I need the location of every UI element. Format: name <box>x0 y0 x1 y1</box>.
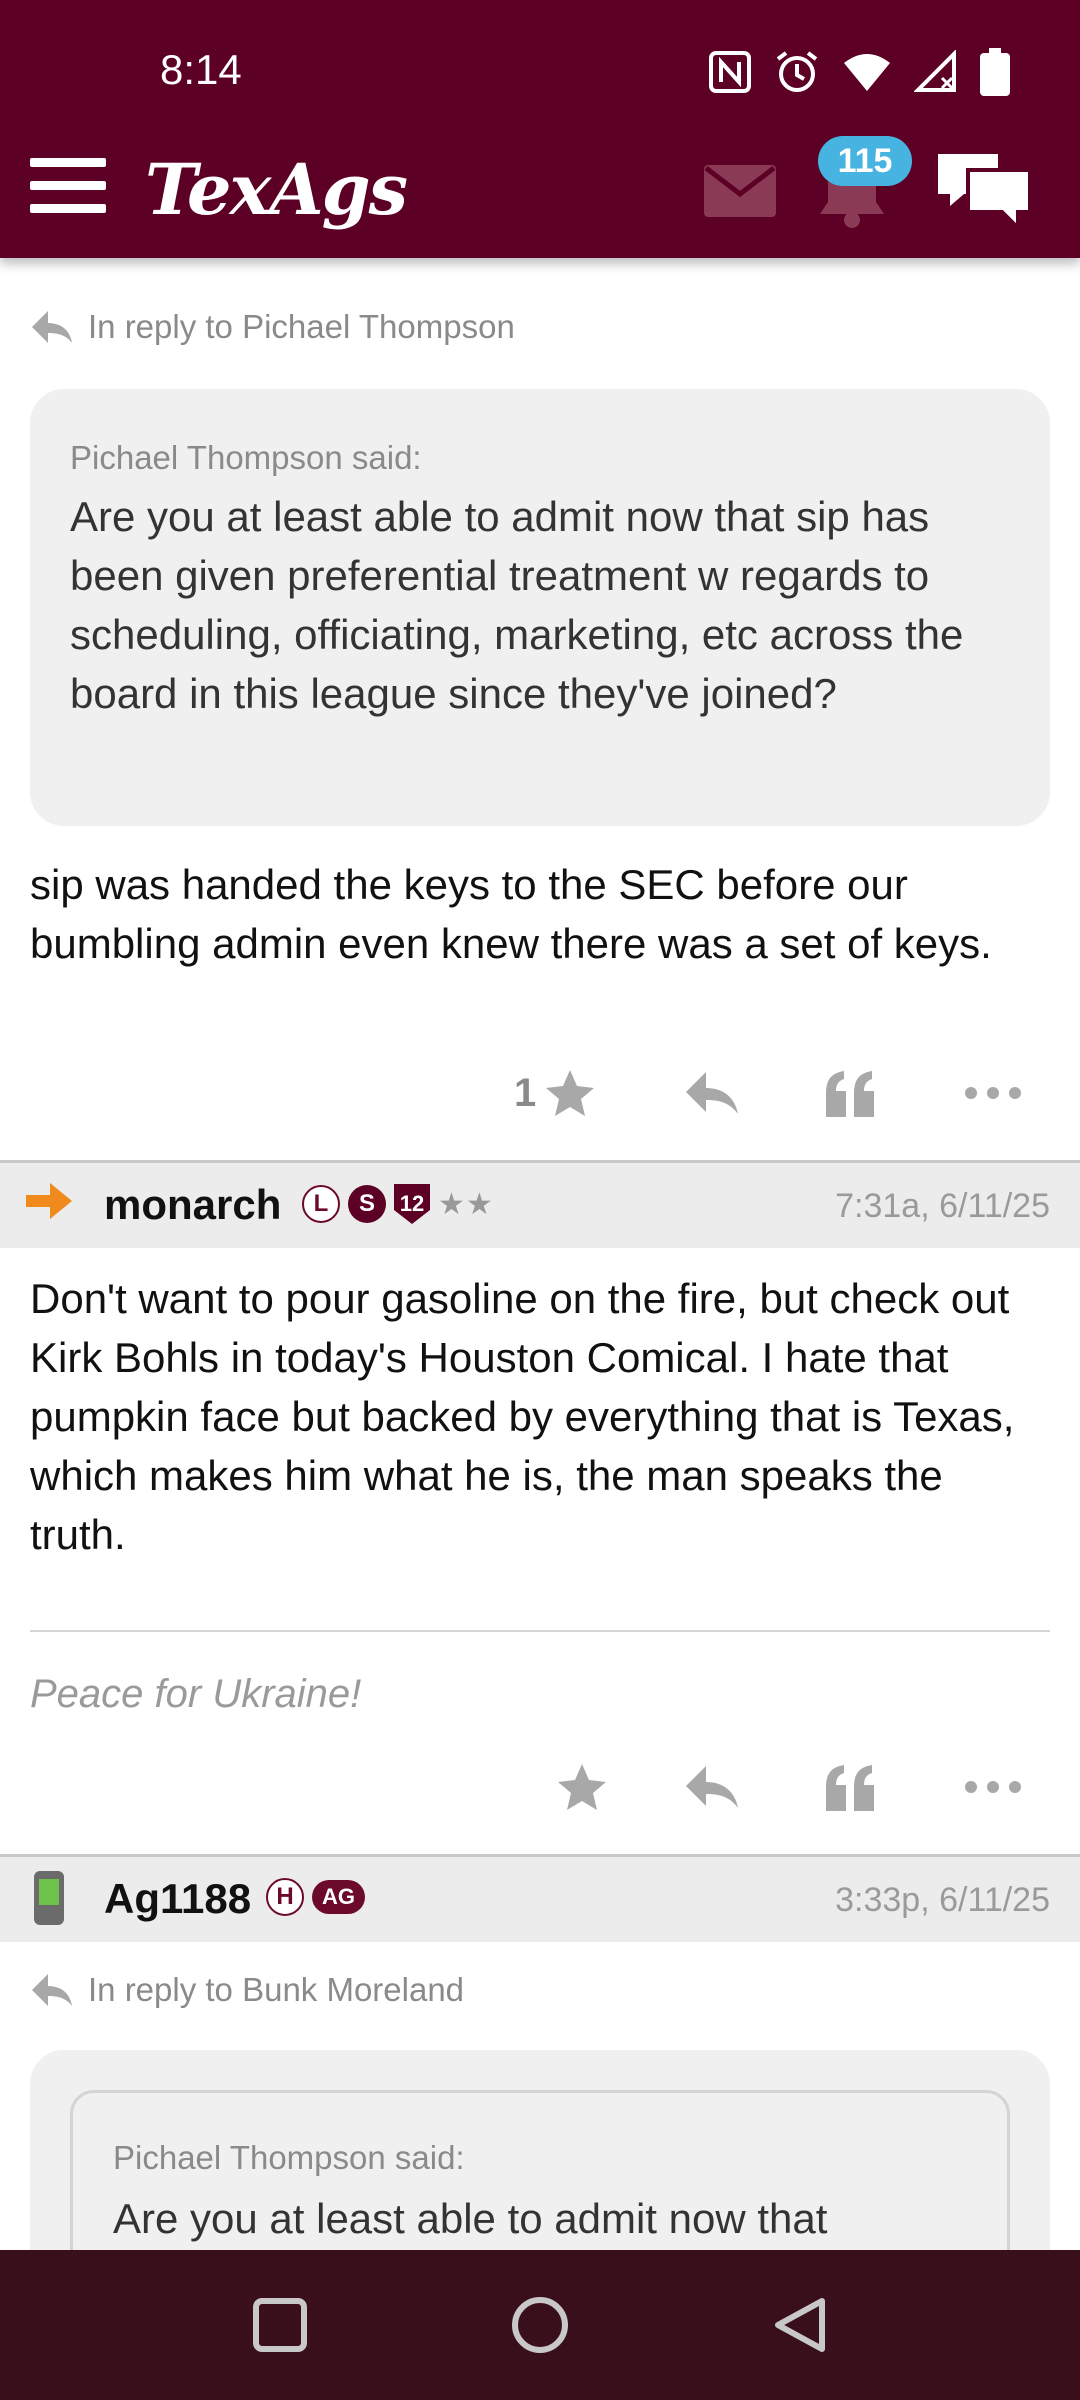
more-icon <box>965 1781 1021 1793</box>
star-count: 1 <box>514 1070 537 1115</box>
reply-button[interactable] <box>684 1747 740 1827</box>
signature: Peace for Ukraine! <box>30 1672 362 1716</box>
post-body: sip was handed the keys to the SEC befor… <box>30 861 992 967</box>
more-icon <box>965 1087 1021 1099</box>
brand-logo[interactable]: TexAgs <box>145 148 408 231</box>
more-button[interactable] <box>964 1053 1022 1133</box>
post-actions: 1 <box>0 1053 1080 1133</box>
reply-reference[interactable]: In reply to Pichael Thompson <box>30 308 515 346</box>
reply-icon <box>686 1072 738 1114</box>
rank-stars: ★★ <box>438 1187 494 1221</box>
quote-button[interactable] <box>824 1747 876 1827</box>
recents-button[interactable] <box>230 2250 330 2400</box>
chat-icon[interactable] <box>934 148 1034 230</box>
home-button[interactable] <box>490 2250 590 2400</box>
reply-arrow-icon <box>32 1974 72 2006</box>
wifi-icon <box>844 54 890 91</box>
reply-icon <box>686 1766 738 1808</box>
reply-to-text: In reply to Bunk Moreland <box>88 1971 465 2008</box>
quote-text: Are you at least able to admit now that <box>113 2195 828 2242</box>
username[interactable]: Ag1188 <box>104 1875 251 1923</box>
badge-s: S <box>348 1185 386 1223</box>
nfc-icon <box>709 51 751 93</box>
reply-reference[interactable]: In reply to Bunk Moreland <box>30 1971 464 2009</box>
square-icon <box>253 2298 307 2352</box>
post-header: monarch L S 12 ★★ 7:31a, 6/11/25 <box>0 1160 1080 1248</box>
signature-divider <box>30 1630 1050 1632</box>
star-button[interactable] <box>548 1747 608 1827</box>
post-actions <box>0 1747 1080 1827</box>
nested-quote: Pichael Thompson said: Are you at least … <box>70 2090 1010 2250</box>
quote-icon <box>826 1765 874 1811</box>
system-nav-bar <box>0 2250 1080 2400</box>
post-time[interactable]: 3:33p, 6/11/25 <box>835 1881 1050 1920</box>
post-header: Ag1188 H AG 3:33p, 6/11/25 <box>0 1854 1080 1942</box>
app-header: 8:14 TexAgs 115 <box>0 0 1080 258</box>
battery-icon <box>980 48 1010 96</box>
quote-block: Pichael Thompson said: Are you at least … <box>30 2050 1050 2250</box>
post-body: Don't want to pour gasoline on the fire,… <box>30 1275 1015 1558</box>
quote-icon <box>826 1071 874 1117</box>
reply-button[interactable] <box>684 1053 740 1133</box>
quote-text: Are you at least able to admit now that … <box>70 493 964 717</box>
badge-ag: AG <box>312 1880 365 1914</box>
username[interactable]: monarch <box>104 1181 281 1229</box>
circle-icon <box>512 2297 568 2353</box>
arrow-icon <box>26 1183 72 1219</box>
phone-icon <box>34 1871 64 1925</box>
reply-arrow-icon <box>32 311 72 343</box>
badge-h: H <box>266 1878 304 1916</box>
badge-12: 12 <box>394 1184 430 1224</box>
mail-icon[interactable] <box>704 165 776 217</box>
thread-content[interactable]: In reply to Pichael Thompson Pichael Tho… <box>0 258 1080 2250</box>
notification-badge: 115 <box>818 136 912 186</box>
star-icon <box>546 1070 595 1116</box>
user-badges: L S 12 ★★ <box>302 1184 494 1224</box>
more-button[interactable] <box>964 1747 1022 1827</box>
post-time[interactable]: 7:31a, 6/11/25 <box>835 1187 1050 1226</box>
status-icons <box>708 46 1010 98</box>
quote-author: Pichael Thompson said: <box>113 2139 465 2176</box>
quote-author: Pichael Thompson said: <box>70 439 422 476</box>
back-button[interactable] <box>750 2250 850 2400</box>
reply-to-text: In reply to Pichael Thompson <box>88 308 515 345</box>
star-icon <box>558 1764 606 1810</box>
quote-block: Pichael Thompson said: Are you at least … <box>30 389 1050 826</box>
alarm-icon <box>776 51 818 92</box>
menu-icon[interactable] <box>30 158 106 214</box>
status-time: 8:14 <box>160 46 242 93</box>
signal-icon <box>914 50 956 92</box>
quote-button[interactable] <box>824 1053 876 1133</box>
triangle-icon <box>775 2298 825 2352</box>
user-badges: H AG <box>266 1878 365 1916</box>
badge-l: L <box>302 1185 340 1223</box>
star-button[interactable]: 1 <box>514 1053 596 1133</box>
